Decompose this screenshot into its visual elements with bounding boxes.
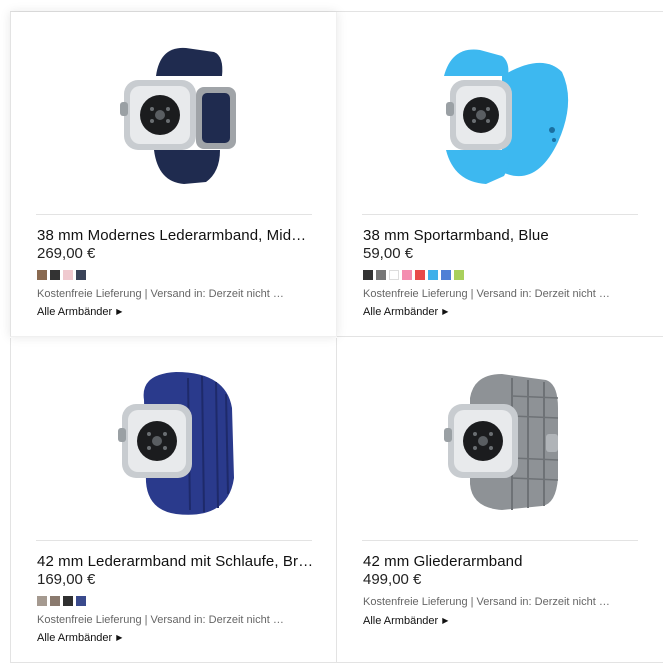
chevron-right-icon: ▶ <box>116 633 123 642</box>
product-grid: 38 mm Modernes Lederarmband, Mid… 269,00… <box>10 11 663 663</box>
sport-band-watch-image[interactable] <box>362 12 638 214</box>
product-tile[interactable]: 42 mm Lederarmband mit Schlaufe, Br… 169… <box>10 338 337 663</box>
divider <box>362 540 638 541</box>
color-swatch[interactable] <box>376 270 386 280</box>
product-price: 499,00 € <box>363 571 422 588</box>
modern-leather-band-watch-image[interactable] <box>36 12 312 214</box>
chevron-right-icon: ▶ <box>442 307 449 316</box>
color-swatch[interactable] <box>76 270 86 280</box>
color-swatch[interactable] <box>441 270 451 280</box>
delivery-info: Kostenfreie Lieferung | Versand in: Derz… <box>363 288 610 300</box>
all-bands-link[interactable]: Alle Armbänder ▶ <box>37 632 122 644</box>
all-bands-link[interactable]: Alle Armbänder ▶ <box>37 306 122 318</box>
delivery-info: Kostenfreie Lieferung | Versand in: Derz… <box>363 596 610 608</box>
all-bands-link-label: Alle Armbänder <box>37 632 113 644</box>
color-swatch[interactable] <box>50 270 60 280</box>
color-swatches <box>363 270 464 280</box>
color-swatch[interactable] <box>402 270 412 280</box>
product-tile[interactable]: 38 mm Sportarmband, Blue 59,00 € Kostenf… <box>337 12 663 337</box>
color-swatch[interactable] <box>389 270 399 280</box>
all-bands-link[interactable]: Alle Armbänder ▶ <box>363 306 448 318</box>
color-swatch[interactable] <box>37 596 47 606</box>
divider <box>362 214 638 215</box>
color-swatch[interactable] <box>63 596 73 606</box>
product-title[interactable]: 42 mm Gliederarmband <box>363 553 648 570</box>
delivery-info: Kostenfreie Lieferung | Versand in: Derz… <box>37 288 284 300</box>
product-title[interactable]: 38 mm Modernes Lederarmband, Mid… <box>37 227 322 244</box>
product-tile[interactable]: 38 mm Modernes Lederarmband, Mid… 269,00… <box>10 12 337 337</box>
color-swatch[interactable] <box>454 270 464 280</box>
product-tile[interactable]: 42 mm Gliederarmband 499,00 € Kostenfrei… <box>337 338 663 663</box>
color-swatch[interactable] <box>415 270 425 280</box>
product-title[interactable]: 38 mm Sportarmband, Blue <box>363 227 648 244</box>
all-bands-link-label: Alle Armbänder <box>363 306 439 318</box>
link-bracelet-watch-image[interactable] <box>362 338 638 540</box>
divider <box>36 214 312 215</box>
leather-loop-watch-image[interactable] <box>36 338 312 540</box>
chevron-right-icon: ▶ <box>442 616 449 625</box>
all-bands-link-label: Alle Armbänder <box>37 306 113 318</box>
divider <box>36 540 312 541</box>
color-swatch[interactable] <box>76 596 86 606</box>
all-bands-link[interactable]: Alle Armbänder ▶ <box>363 615 448 627</box>
chevron-right-icon: ▶ <box>116 307 123 316</box>
color-swatch[interactable] <box>363 270 373 280</box>
product-price: 59,00 € <box>363 245 414 262</box>
delivery-info: Kostenfreie Lieferung | Versand in: Derz… <box>37 614 284 626</box>
color-swatch[interactable] <box>63 270 73 280</box>
product-price: 269,00 € <box>37 245 96 262</box>
product-title[interactable]: 42 mm Lederarmband mit Schlaufe, Br… <box>37 553 322 570</box>
color-swatch[interactable] <box>428 270 438 280</box>
color-swatch[interactable] <box>37 270 47 280</box>
product-price: 169,00 € <box>37 571 96 588</box>
all-bands-link-label: Alle Armbänder <box>363 615 439 627</box>
color-swatches <box>37 596 86 606</box>
color-swatches <box>37 270 86 280</box>
color-swatch[interactable] <box>50 596 60 606</box>
